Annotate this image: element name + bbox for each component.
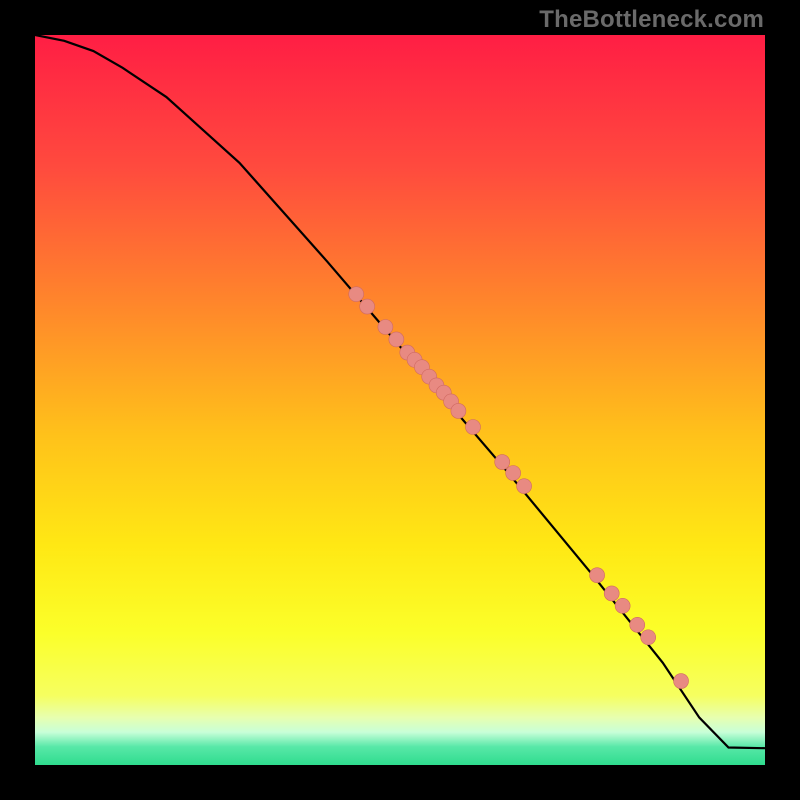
data-point [378, 320, 393, 335]
data-point [674, 674, 689, 689]
data-point [349, 287, 364, 302]
chart-frame: TheBottleneck.com [0, 0, 800, 800]
watermark-text: TheBottleneck.com [539, 6, 764, 34]
data-point [506, 466, 521, 481]
chart-svg [35, 35, 765, 765]
data-point [466, 420, 481, 435]
data-point [495, 455, 510, 470]
data-point [517, 479, 532, 494]
data-point [604, 586, 619, 601]
data-point [615, 598, 630, 613]
data-point [630, 617, 645, 632]
plot-area [35, 35, 765, 765]
gradient-background [35, 35, 765, 765]
data-point [641, 630, 656, 645]
data-point [360, 299, 375, 314]
data-point [451, 403, 466, 418]
data-point [389, 332, 404, 347]
data-point [590, 568, 605, 583]
